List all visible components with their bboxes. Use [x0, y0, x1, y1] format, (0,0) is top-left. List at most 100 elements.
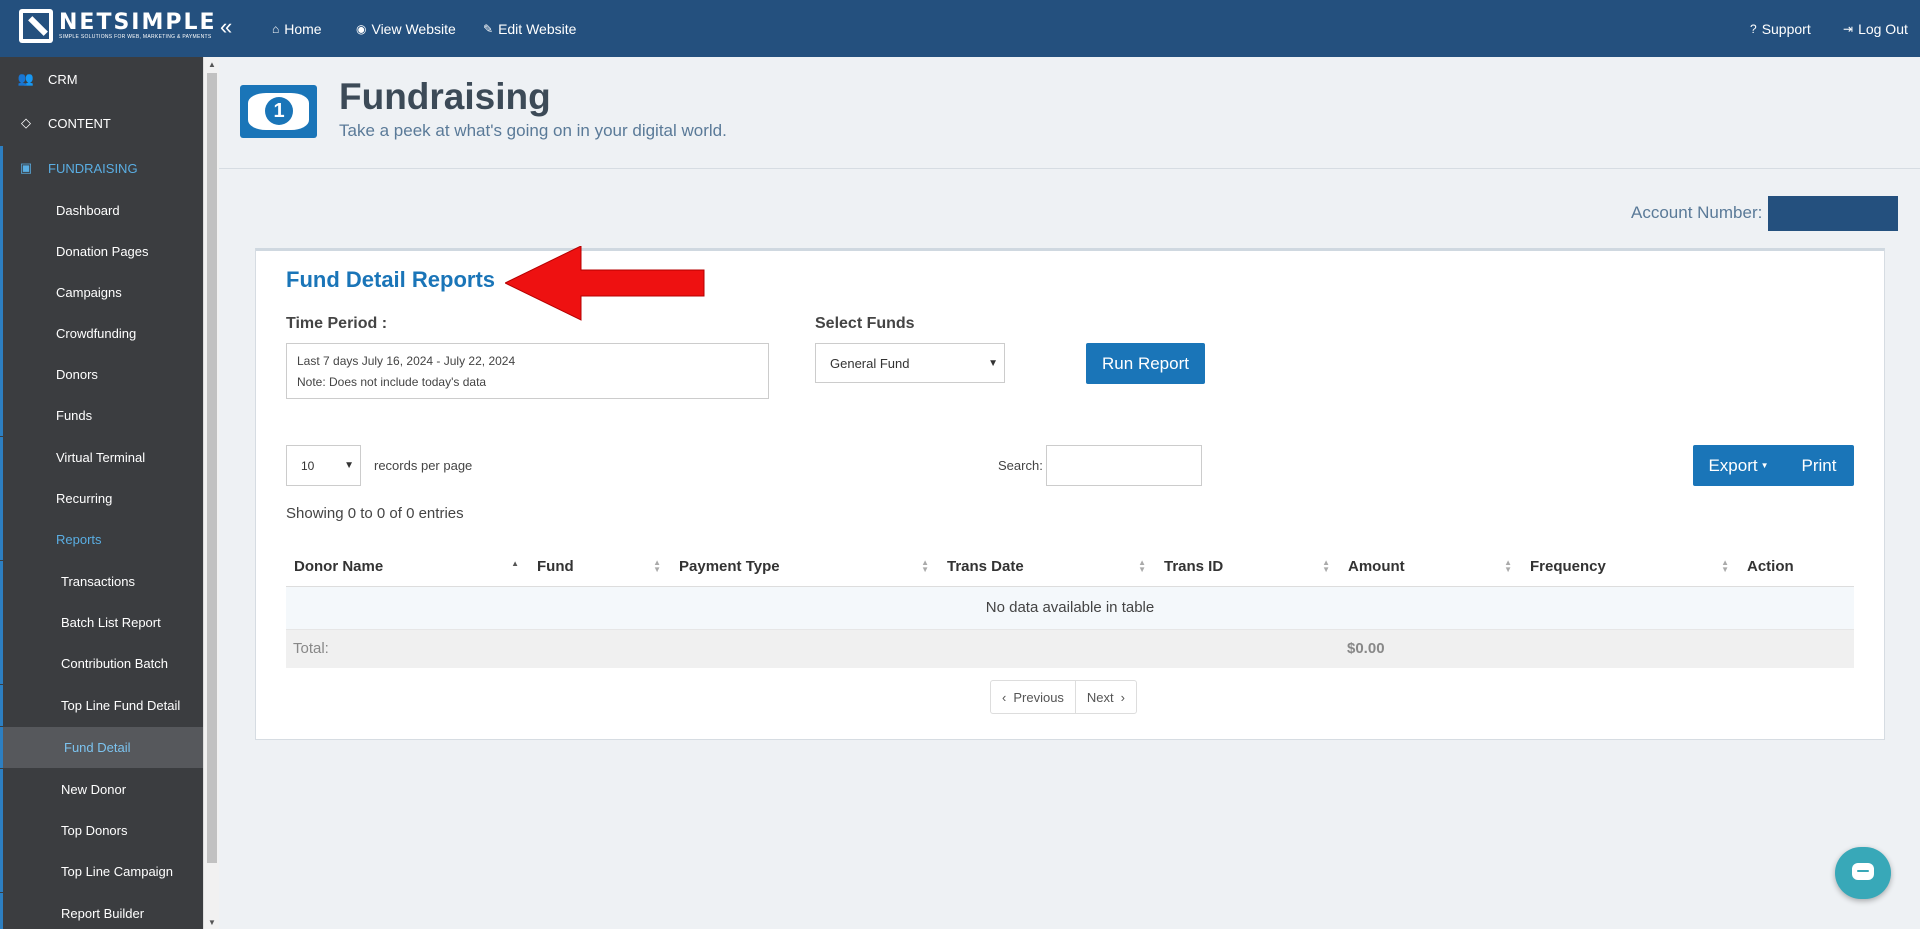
- next-label: Next: [1086, 689, 1114, 705]
- sidebar-item-donation-pages[interactable]: Donation Pages: [0, 231, 203, 272]
- logout-label: Log Out: [1858, 21, 1908, 37]
- entries-info: Showing 0 to 0 of 0 entries: [286, 505, 464, 522]
- column-trans-id[interactable]: Trans ID ▲ ▼: [1156, 548, 1340, 587]
- eye-icon: ◉: [356, 22, 367, 36]
- previous-page-button[interactable]: ‹ Previous: [991, 681, 1075, 713]
- column-fund[interactable]: Fund ▲ ▼: [529, 548, 671, 587]
- nav-view-website[interactable]: ◉ View Website: [356, 21, 456, 37]
- sidebar-item-campaigns[interactable]: Campaigns: [0, 272, 203, 313]
- column-amount[interactable]: Amount ▲ ▼: [1340, 548, 1522, 587]
- sort-icon: ▲ ▼: [1138, 558, 1146, 574]
- column-payment-type[interactable]: Payment Type ▲ ▼: [671, 548, 939, 587]
- print-button[interactable]: Print: [1784, 445, 1854, 486]
- column-trans-date[interactable]: Trans Date ▲ ▼: [939, 548, 1156, 587]
- empty-table-message: No data available in table: [286, 586, 1854, 630]
- sidebar-item-reports[interactable]: Reports: [0, 519, 203, 560]
- table-row: No data available in table: [286, 586, 1854, 630]
- sidebar-item-recurring[interactable]: Recurring: [0, 478, 203, 519]
- sidebar-item-content[interactable]: ◇ CONTENT: [0, 101, 203, 145]
- sidebar-item-donors[interactable]: Donors: [0, 354, 203, 395]
- red-arrow-annotation: [505, 246, 705, 321]
- scrollbar-thumb[interactable]: [207, 73, 217, 863]
- nav-edit-website-label: Edit Website: [498, 21, 577, 37]
- column-action: Action: [1739, 548, 1854, 587]
- sidebar-item-report-builder[interactable]: Report Builder: [0, 893, 203, 929]
- page-title: Fundraising: [339, 76, 551, 117]
- sidebar-item-dashboard[interactable]: Dashboard: [0, 190, 203, 231]
- time-period-note: Note: Does not include today's data: [297, 375, 487, 389]
- logout-link[interactable]: ⇥ Log Out: [1843, 21, 1908, 37]
- sidebar-item-virtual-terminal[interactable]: Virtual Terminal: [0, 437, 203, 478]
- collapse-sidebar-icon[interactable]: «: [220, 16, 232, 38]
- fund-detail-panel: Fund Detail Reports Time Period : Last 7…: [255, 248, 1885, 740]
- sort-icon: ▲ ▼: [1322, 558, 1330, 574]
- money-bill-icon: 1: [240, 85, 317, 138]
- chevron-down-icon: ▼: [344, 460, 354, 471]
- time-period-picker[interactable]: Last 7 days July 16, 2024 - July 22, 202…: [286, 343, 769, 399]
- nav-home-label: Home: [284, 21, 322, 37]
- sidebar-item-contribution-batch[interactable]: Contribution Batch: [0, 643, 203, 684]
- column-frequency[interactable]: Frequency ▲ ▼: [1522, 548, 1739, 587]
- run-report-button[interactable]: Run Report: [1086, 343, 1205, 384]
- pagination: ‹ Previous Next ›: [990, 680, 1137, 714]
- nav-edit-website[interactable]: ✎ Edit Website: [483, 21, 576, 37]
- records-per-page-select[interactable]: 10 ▼: [286, 445, 361, 486]
- nav-home[interactable]: ⌂ Home: [272, 21, 322, 37]
- sidebar-item-top-donors[interactable]: Top Donors: [0, 810, 203, 851]
- sidebar-item-top-line-fund-detail[interactable]: Top Line Fund Detail: [0, 685, 203, 726]
- logo-tagline: SIMPLE SOLUTIONS FOR WEB, MARKETING & PA…: [59, 33, 212, 40]
- support-label: Support: [1761, 21, 1811, 37]
- column-donor-name[interactable]: Donor Name ▲: [286, 548, 529, 587]
- netsimple-logo[interactable]: NETSIMPLE SIMPLE SOLUTIONS FOR WEB, MARK…: [19, 9, 217, 43]
- home-icon: ⌂: [272, 22, 280, 36]
- scroll-down-icon[interactable]: ▼: [208, 918, 216, 927]
- sidebar-item-fundraising[interactable]: ▣ FUNDRAISING: [0, 146, 203, 190]
- sidebar-item-batch-list-report[interactable]: Batch List Report: [0, 602, 203, 643]
- chat-widget-button[interactable]: [1835, 847, 1891, 899]
- sort-icon: ▲ ▼: [653, 558, 661, 574]
- search-input[interactable]: [1046, 445, 1202, 486]
- sidebar-item-funds[interactable]: Funds: [0, 395, 203, 436]
- sidebar-item-label: FUNDRAISING: [48, 160, 138, 176]
- sidebar-item-label: CONTENT: [48, 115, 111, 131]
- fund-detail-table: Donor Name ▲ Fund ▲ ▼ Payment Type ▲ ▼ Trans …: [286, 548, 1854, 668]
- account-number-label: Account Number:: [1631, 203, 1763, 222]
- fund-select-value: General Fund: [830, 355, 910, 371]
- next-page-button[interactable]: Next ›: [1074, 681, 1136, 713]
- records-per-page-value: 10: [301, 458, 315, 473]
- page-subtitle: Take a peek at what's going on in your d…: [339, 121, 727, 140]
- diamond-icon: ◇: [21, 115, 31, 130]
- time-period-label: Time Period :: [286, 315, 388, 332]
- logo-mark-icon: [19, 9, 53, 43]
- export-print-group: Export ▼ Print: [1693, 445, 1854, 486]
- chevron-down-icon: ▼: [988, 357, 998, 369]
- previous-label: Previous: [1013, 689, 1064, 705]
- table-header-row: Donor Name ▲ Fund ▲ ▼ Payment Type ▲ ▼ Trans …: [286, 548, 1854, 587]
- page-header: 1 Fundraising Take a peek at what's goin…: [219, 57, 1920, 169]
- logo-name: NETSIMPLE: [59, 9, 217, 35]
- records-per-page-label: records per page: [374, 458, 473, 473]
- sidebar-item-top-line-campaign[interactable]: Top Line Campaign: [0, 851, 203, 892]
- money-icon: ▣: [19, 160, 33, 175]
- sidebar-item-crowdfunding[interactable]: Crowdfunding: [0, 313, 203, 354]
- scroll-up-icon[interactable]: ▲: [208, 60, 216, 69]
- sidebar: 👥 CRM ◇ CONTENT ▣ FUNDRAISING Dashboard …: [0, 57, 203, 929]
- time-period-range: Last 7 days July 16, 2024 - July 22, 202…: [297, 354, 516, 368]
- chevron-right-icon: ›: [1120, 689, 1125, 705]
- question-icon: ?: [1750, 22, 1757, 36]
- nav-view-website-label: View Website: [371, 21, 456, 37]
- sidebar-item-fund-detail[interactable]: Fund Detail: [0, 727, 203, 768]
- sort-icon: ▲ ▼: [1721, 558, 1729, 574]
- export-button[interactable]: Export ▼: [1693, 445, 1784, 486]
- panel-title: Fund Detail Reports: [286, 267, 496, 292]
- fund-select[interactable]: General Fund ▼: [815, 343, 1005, 383]
- sidebar-item-new-donor[interactable]: New Donor: [0, 769, 203, 810]
- sidebar-item-transactions[interactable]: Transactions: [0, 561, 203, 602]
- search-label: Search:: [998, 458, 1043, 473]
- sidebar-item-crm[interactable]: 👥 CRM: [0, 57, 203, 101]
- total-amount: $0.00: [1340, 629, 1522, 668]
- sidebar-scrollbar[interactable]: ▲ ▼: [203, 57, 219, 929]
- total-label: Total:: [286, 629, 1340, 668]
- top-navbar: NETSIMPLE SIMPLE SOLUTIONS FOR WEB, MARK…: [0, 0, 1920, 57]
- support-link[interactable]: ? Support: [1750, 21, 1811, 37]
